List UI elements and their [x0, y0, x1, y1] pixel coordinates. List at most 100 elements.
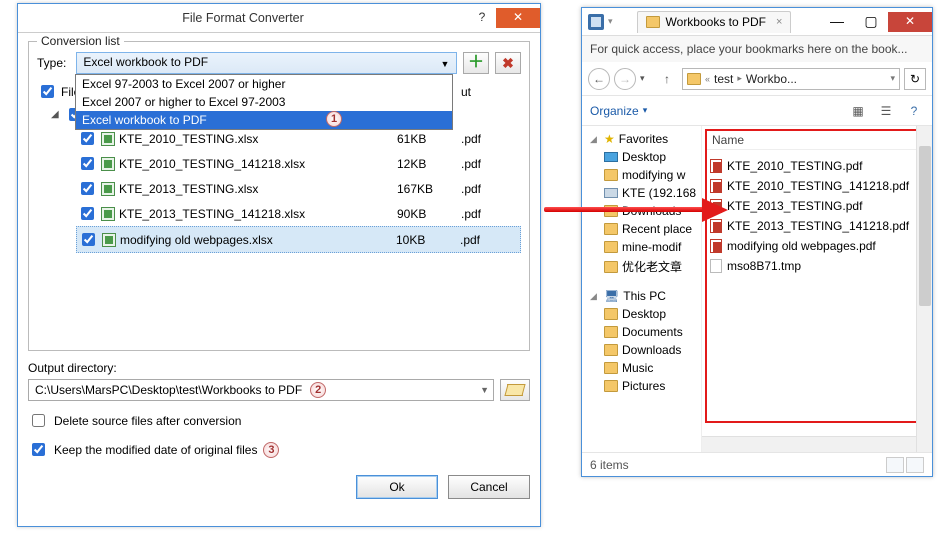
file-checkbox[interactable] — [81, 207, 94, 220]
file-icon — [710, 259, 722, 273]
nav-item[interactable]: Pictures — [586, 377, 701, 395]
address-box[interactable]: « test ▸ Workbo... ▾ — [682, 68, 900, 90]
explorer-item[interactable]: KTE_2010_TESTING.pdf — [706, 156, 928, 176]
organize-menu[interactable]: Organize ▾ — [590, 104, 647, 118]
view-icons-button[interactable]: ▦ — [848, 102, 868, 120]
pc-icon: 🖥 — [604, 289, 619, 303]
nav-item[interactable]: Desktop — [586, 305, 701, 323]
file-checkbox[interactable] — [81, 157, 94, 170]
pdf-icon — [710, 159, 722, 173]
file-size: 90KB — [397, 207, 457, 221]
nav-favorites[interactable]: ◢★ Favorites — [586, 130, 701, 148]
folder-icon — [604, 326, 618, 338]
close-button[interactable]: ✕ — [888, 12, 932, 32]
excel-icon — [101, 182, 115, 196]
file-row[interactable]: KTE_2010_TESTING_141218.xlsx 12KB .pdf — [77, 151, 521, 176]
chevron-down-icon: ▼ — [438, 57, 452, 71]
converter-window: File Format Converter ? ✕ Conversion lis… — [17, 3, 541, 527]
nav-item[interactable]: Documents — [586, 323, 701, 341]
dropdown-option[interactable]: Excel 97-2003 to Excel 2007 or higher — [76, 75, 452, 93]
details-view-button[interactable] — [886, 457, 904, 473]
nav-thispc[interactable]: ◢🖥 This PC — [586, 287, 701, 305]
window-title: File Format Converter — [18, 11, 468, 25]
nav-item[interactable]: mine-modif — [586, 238, 701, 256]
nav-item[interactable]: Downloads — [586, 341, 701, 359]
keep-date-checkbox[interactable] — [32, 443, 45, 456]
chevron-down-icon[interactable]: ▾ — [608, 16, 613, 27]
icons-view-button[interactable] — [906, 457, 924, 473]
nav-item[interactable]: Recent place — [586, 220, 701, 238]
type-row: Type: Excel workbook to PDF ▼ ＋ ✖ — [37, 52, 521, 74]
nav-pane: ◢★ Favorites Desktop modifying w KTE (19… — [582, 126, 702, 452]
conversion-group: Conversion list Type: Excel workbook to … — [28, 41, 530, 351]
folder-icon — [604, 362, 618, 374]
explorer-body: ◢★ Favorites Desktop modifying w KTE (19… — [582, 126, 932, 452]
file-out: .pdf — [461, 157, 521, 171]
delete-source-checkbox[interactable] — [32, 414, 45, 427]
folder-icon — [646, 16, 660, 28]
remove-button[interactable]: ✖ — [495, 52, 521, 74]
file-row-selected[interactable]: modifying old webpages.xlsx 10KB .pdf — [76, 226, 521, 253]
ok-button[interactable]: Ok — [356, 475, 438, 499]
back-button[interactable]: ← — [588, 68, 610, 90]
file-name: KTE_2010_TESTING_141218.xlsx — [119, 157, 393, 171]
nav-item[interactable]: Music — [586, 359, 701, 377]
column-header[interactable]: Name — [706, 130, 928, 150]
folder-icon — [604, 152, 618, 162]
browse-button[interactable] — [500, 379, 530, 401]
file-size: 12KB — [397, 157, 457, 171]
dropdown-option-selected[interactable]: Excel workbook to PDF 1 — [76, 111, 452, 129]
nav-item[interactable]: Desktop — [586, 148, 701, 166]
chevron-down-icon[interactable]: ▼ — [480, 385, 489, 395]
cancel-button[interactable]: Cancel — [448, 475, 530, 499]
close-tab-icon[interactable]: × — [776, 16, 782, 28]
file-out: .pdf — [461, 207, 521, 221]
header-out-label: ut — [461, 85, 521, 99]
file-size: 10KB — [396, 233, 456, 247]
file-row[interactable]: KTE_2013_TESTING.xlsx 167KB .pdf — [77, 176, 521, 201]
help-button[interactable]: ? — [468, 8, 496, 28]
horizontal-scrollbar[interactable] — [702, 436, 916, 452]
explorer-item[interactable]: mso8B71.tmp — [706, 256, 928, 276]
view-details-button[interactable]: ☰ — [876, 102, 896, 120]
file-out: .pdf — [461, 182, 521, 196]
vertical-scrollbar[interactable] — [916, 126, 932, 452]
file-checkbox[interactable] — [81, 132, 94, 145]
nav-item[interactable]: modifying w — [586, 166, 701, 184]
close-button[interactable]: ✕ — [496, 8, 540, 28]
output-dir-input[interactable]: C:\Users\MarsPC\Desktop\test\Workbooks t… — [28, 379, 494, 401]
up-button[interactable]: ↑ — [656, 68, 678, 90]
step-badge-2: 2 — [310, 382, 326, 398]
output-dir-row: C:\Users\MarsPC\Desktop\test\Workbooks t… — [28, 379, 530, 401]
titlebar: File Format Converter ? ✕ — [18, 4, 540, 32]
star-icon: ★ — [604, 132, 615, 146]
maximize-button[interactable]: ▢ — [854, 12, 888, 32]
add-button[interactable]: ＋ — [463, 52, 489, 74]
dialog-buttons: Ok Cancel — [28, 475, 530, 499]
drive-icon — [604, 188, 618, 198]
type-label: Type: — [37, 56, 66, 70]
explorer-tab[interactable]: Workbooks to PDF × — [637, 11, 792, 33]
excel-icon — [102, 233, 116, 247]
type-dropdown[interactable]: Excel workbook to PDF ▼ — [76, 52, 457, 74]
explorer-item[interactable]: modifying old webpages.pdf — [706, 236, 928, 256]
file-checkbox[interactable] — [82, 233, 95, 246]
history-dropdown[interactable]: ▾ — [640, 73, 652, 84]
explorer-item[interactable]: KTE_2013_TESTING.pdf — [706, 196, 928, 216]
nav-item[interactable]: 优化老文章 — [586, 256, 701, 277]
collapse-icon[interactable]: ◢ — [51, 109, 61, 120]
file-row[interactable]: KTE_2013_TESTING_141218.xlsx 90KB .pdf — [77, 201, 521, 226]
scroll-thumb[interactable] — [919, 146, 931, 306]
keep-date-label: Keep the modified date of original files — [54, 443, 257, 457]
forward-button[interactable]: → — [614, 68, 636, 90]
help-icon[interactable]: ? — [904, 102, 924, 120]
explorer-item[interactable]: KTE_2010_TESTING_141218.pdf — [706, 176, 928, 196]
explorer-item[interactable]: KTE_2013_TESTING_141218.pdf — [706, 216, 928, 236]
minimize-button[interactable]: — — [820, 12, 854, 32]
select-all-checkbox[interactable] — [41, 85, 54, 98]
refresh-button[interactable]: ↻ — [904, 68, 926, 90]
dropdown-option[interactable]: Excel 2007 or higher to Excel 97-2003 — [76, 93, 452, 111]
type-selected-text: Excel workbook to PDF — [83, 55, 208, 69]
chevron-down-icon[interactable]: ▾ — [890, 73, 895, 84]
file-checkbox[interactable] — [81, 182, 94, 195]
